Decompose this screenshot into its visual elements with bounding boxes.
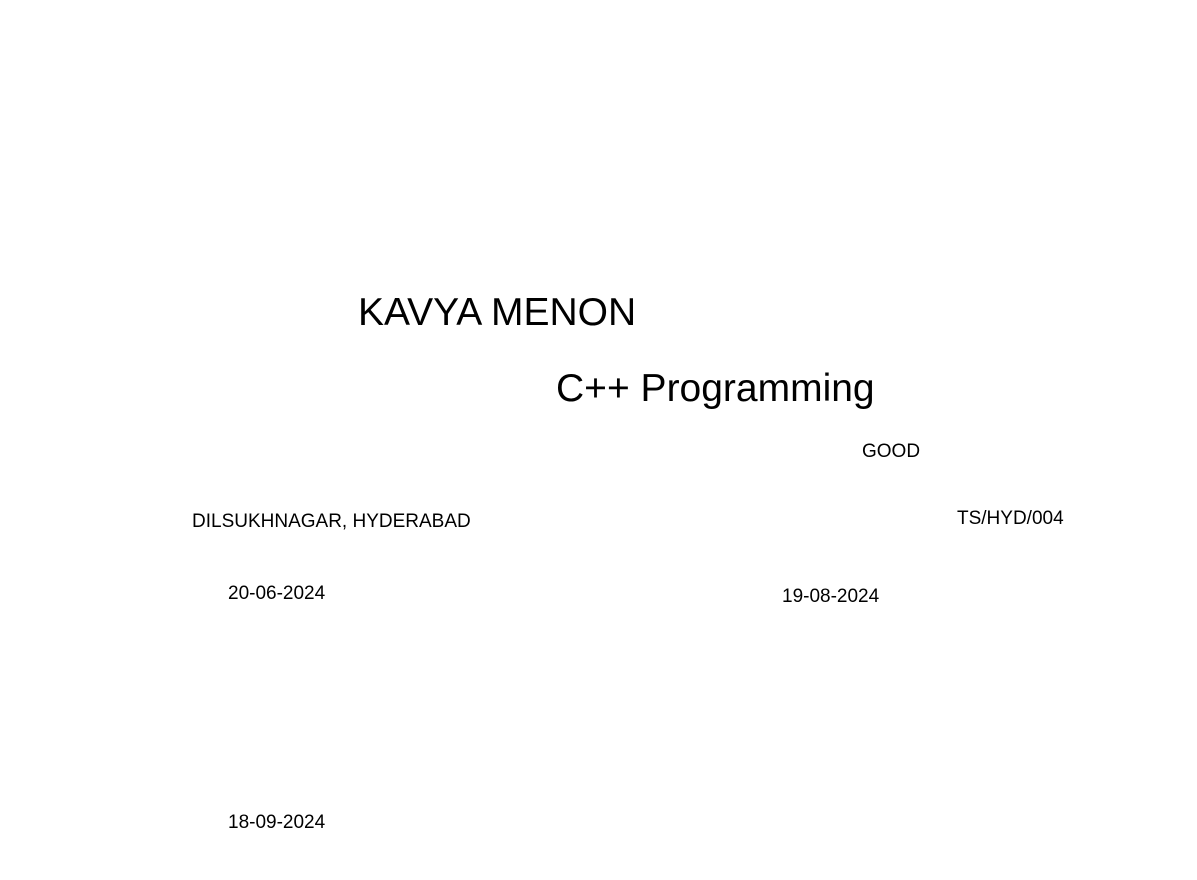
- issue-date: 18-09-2024: [228, 812, 326, 833]
- certificate-number: TS/HYD/004: [957, 508, 1064, 529]
- end-date: 19-08-2024: [782, 586, 880, 607]
- grade: GOOD: [862, 441, 921, 462]
- course-name: C++ Programming: [556, 367, 875, 410]
- center-location: DILSUKHNAGAR, HYDERABAD: [192, 511, 471, 532]
- student-name: KAVYA MENON: [358, 291, 637, 334]
- start-date: 20-06-2024: [228, 583, 326, 604]
